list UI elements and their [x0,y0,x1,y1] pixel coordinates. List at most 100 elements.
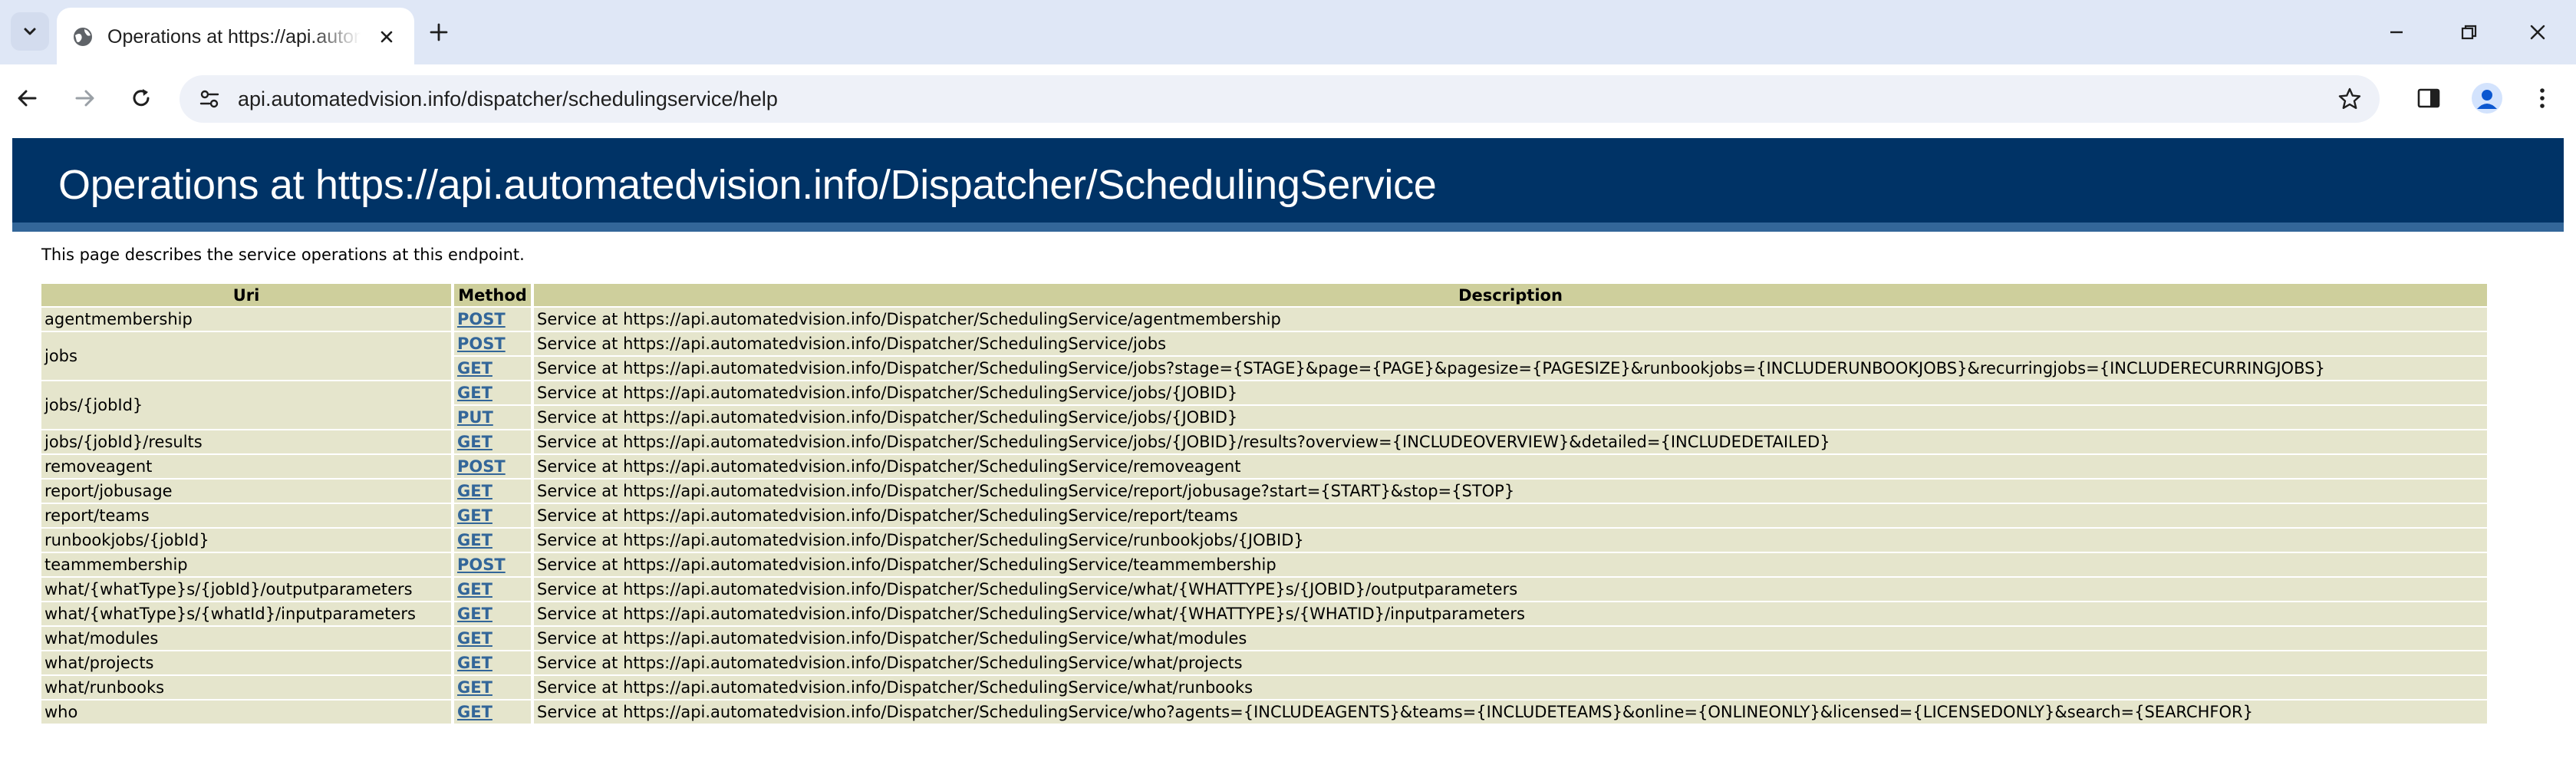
profile-button[interactable] [2472,83,2502,114]
description-cell: Service at https://api.automatedvision.i… [534,357,2487,380]
table-row: report/teams GET Service at https://api.… [41,504,2487,527]
method-link[interactable]: GET [457,654,492,672]
description-cell: Service at https://api.automatedvision.i… [534,553,2487,576]
description-cell: Service at https://api.automatedvision.i… [534,332,2487,355]
restore-icon[interactable] [2458,21,2479,43]
table-row: jobs POST Service at https://api.automat… [41,332,2487,380]
method-cell: GET [454,504,531,527]
method-cell: POST [454,332,531,355]
uri-cell: who [41,701,451,724]
address-bar[interactable]: api.automatedvision.info/dispatcher/sche… [180,75,2380,123]
description-cell: Service at https://api.automatedvision.i… [534,701,2487,724]
method-link[interactable]: POST [457,335,506,353]
table-row: report/jobusage GET Service at https://a… [41,480,2487,503]
arrow-right-icon[interactable] [71,84,98,112]
uri-cell: what/{whatType}s/{whatId}/inputparameter… [41,602,451,625]
table-row: jobs/{jobId}/results GET Service at http… [41,430,2487,453]
profile-icon [2477,90,2497,109]
star-icon[interactable] [2337,86,2363,112]
table-row: what/projects GET Service at https://api… [41,651,2487,674]
description-cell: Service at https://api.automatedvision.i… [534,578,2487,601]
description-cell: Service at https://api.automatedvision.i… [534,627,2487,650]
method-link[interactable]: GET [457,359,492,377]
method-link[interactable]: PUT [457,408,493,427]
kebab-menu-icon[interactable] [2528,84,2556,112]
table-row: removeagent POST Service at https://api.… [41,455,2487,478]
method-link[interactable]: GET [457,433,492,451]
description-cell: Service at https://api.automatedvision.i… [534,676,2487,699]
method-cell: GET [454,381,531,404]
description-cell: Service at https://api.automatedvision.i… [534,430,2487,453]
method-link[interactable]: GET [457,531,492,549]
active-tab[interactable]: Operations at https://api.automatedvisio… [57,8,414,64]
method-link[interactable]: GET [457,506,492,525]
method-cell: GET [454,480,531,503]
method-link[interactable]: POST [457,310,506,328]
close-icon[interactable] [376,26,397,48]
operations-table: Uri Method Description agentmembership P… [38,282,2490,725]
uri-cell: runbookjobs/{jobId} [41,529,451,552]
method-cell: GET [454,651,531,674]
uri-cell: jobs [41,332,451,380]
tab-search-button[interactable] [11,12,49,51]
uri-cell: report/jobusage [41,480,451,503]
method-link[interactable]: GET [457,384,492,402]
tab-strip: Operations at https://api.automatedvisio… [0,0,2576,64]
method-link[interactable]: GET [457,605,492,623]
uri-cell: what/projects [41,651,451,674]
description-cell: Service at https://api.automatedvision.i… [534,480,2487,503]
method-cell: POST [454,455,531,478]
description-cell: Service at https://api.automatedvision.i… [534,504,2487,527]
uri-cell: removeagent [41,455,451,478]
table-header-row: Uri Method Description [41,284,2487,306]
description-cell: Service at https://api.automatedvision.i… [534,406,2487,429]
side-panel-icon[interactable] [2415,84,2443,112]
intro-text: This page describes the service operatio… [41,246,525,264]
plus-icon[interactable] [427,20,451,45]
page-banner: Operations at https://api.automatedvisio… [12,138,2564,232]
uri-cell: teammembership [41,553,451,576]
arrow-left-icon[interactable] [14,84,41,112]
table-row: agentmembership POST Service at https://… [41,308,2487,331]
method-link[interactable]: GET [457,678,492,697]
page-content: Operations at https://api.automatedvisio… [0,132,2576,778]
method-cell: GET [454,602,531,625]
method-link[interactable]: GET [457,580,492,598]
method-cell: GET [454,701,531,724]
method-cell: GET [454,676,531,699]
method-cell: GET [454,357,531,380]
minimize-icon[interactable] [2386,21,2407,43]
url-text[interactable]: api.automatedvision.info/dispatcher/sche… [238,87,778,112]
table-row: what/runbooks GET Service at https://api… [41,676,2487,699]
method-header: Method [454,284,531,306]
uri-cell: agentmembership [41,308,451,331]
uri-cell: jobs/{jobId} [41,381,451,429]
description-header: Description [534,284,2487,306]
page-title: Operations at https://api.automatedvisio… [58,162,1437,208]
uri-cell: what/runbooks [41,676,451,699]
method-link[interactable]: GET [457,482,492,500]
description-cell: Service at https://api.automatedvision.i… [534,455,2487,478]
description-cell: Service at https://api.automatedvision.i… [534,651,2487,674]
method-cell: GET [454,578,531,601]
table-row: what/modules GET Service at https://api.… [41,627,2487,650]
method-link[interactable]: GET [457,629,492,648]
method-cell: POST [454,553,531,576]
description-cell: Service at https://api.automatedvision.i… [534,602,2487,625]
tune-icon[interactable] [198,87,221,110]
uri-header: Uri [41,284,451,306]
description-cell: Service at https://api.automatedvision.i… [534,529,2487,552]
method-link[interactable]: GET [457,703,492,721]
close-window-icon[interactable] [2527,21,2548,43]
browser-toolbar: api.automatedvision.info/dispatcher/sche… [0,64,2576,132]
method-link[interactable]: POST [457,457,506,476]
uri-cell: report/teams [41,504,451,527]
table-row: who GET Service at https://api.automated… [41,701,2487,724]
method-cell: GET [454,430,531,453]
table-row: teammembership POST Service at https://a… [41,553,2487,576]
method-cell: PUT [454,406,531,429]
reload-icon[interactable] [127,84,155,112]
method-link[interactable]: POST [457,555,506,574]
method-cell: POST [454,308,531,331]
uri-cell: what/{whatType}s/{jobId}/outputparameter… [41,578,451,601]
